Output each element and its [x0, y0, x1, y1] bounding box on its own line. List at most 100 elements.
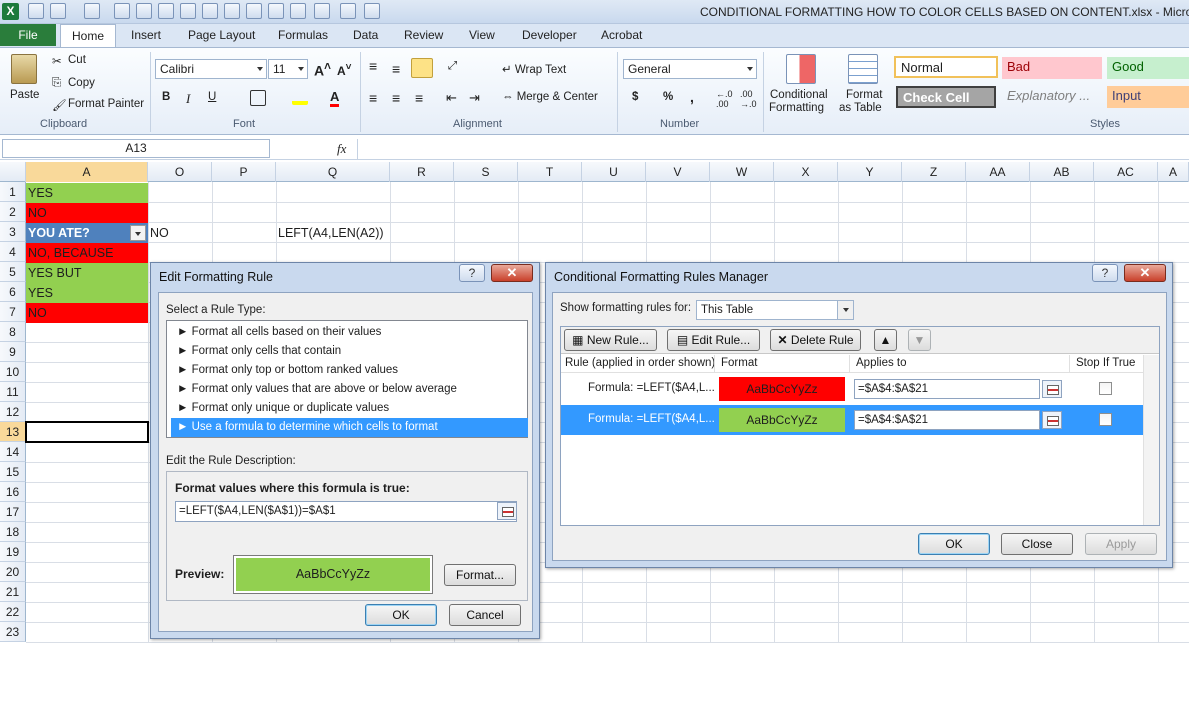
undo-icon[interactable]	[50, 3, 66, 19]
column-header-ac[interactable]: AC	[1094, 162, 1158, 182]
tab-insert[interactable]: Insert	[131, 28, 161, 42]
align-left-icon[interactable]: ≡	[369, 90, 377, 106]
copy-button[interactable]: Copy	[68, 77, 95, 89]
formula-input[interactable]: =LEFT($A4,LEN($A$1))=$A$1	[175, 501, 517, 522]
row-header[interactable]: 11	[0, 382, 26, 402]
close-button[interactable]: ✕	[491, 264, 533, 282]
name-box[interactable]: A13	[2, 139, 270, 158]
format-as-table-label-2[interactable]: as Table	[839, 102, 882, 114]
row-header[interactable]: 9	[0, 342, 26, 362]
font-size-combo[interactable]: 11	[268, 59, 308, 79]
wrap-text-button[interactable]: ↵ Wrap Text	[502, 62, 566, 76]
row-header[interactable]: 5	[0, 262, 26, 282]
style-bad[interactable]: Bad	[1002, 57, 1102, 79]
show-rules-select[interactable]: This Table	[696, 300, 854, 320]
shrink-font-icon[interactable]: A˅	[337, 62, 352, 78]
row-header[interactable]: 15	[0, 462, 26, 482]
help-button[interactable]: ?	[459, 264, 485, 282]
underline-button[interactable]: U	[208, 91, 216, 103]
tab-data[interactable]: Data	[353, 28, 378, 42]
ok-button[interactable]: OK	[918, 533, 990, 555]
style-normal[interactable]: Normal	[894, 56, 998, 78]
column-header-q[interactable]: Q	[276, 162, 390, 182]
increase-indent-icon[interactable]: ⇥	[469, 90, 480, 106]
font-name-combo[interactable]: Calibri	[155, 59, 267, 79]
spelling-icon[interactable]	[158, 3, 174, 19]
new-rule-button[interactable]: ▦ New Rule...	[564, 329, 657, 351]
brush-icon[interactable]: 🖌	[52, 98, 67, 112]
column-header-next[interactable]: A	[1158, 162, 1189, 182]
dropdown-button[interactable]	[837, 301, 853, 319]
close-dialog-button[interactable]: Close	[1001, 533, 1073, 555]
format-as-table-label-1[interactable]: Format	[846, 89, 882, 101]
align-center-icon[interactable]: ≡	[392, 90, 400, 106]
cell-a2[interactable]: NO	[26, 203, 148, 223]
column-header-z[interactable]: Z	[902, 162, 966, 182]
row-header[interactable]: 7	[0, 302, 26, 322]
close-button[interactable]: ✕	[1124, 264, 1166, 282]
move-down-button[interactable]: ▼	[908, 329, 931, 351]
column-header-aa[interactable]: AA	[966, 162, 1030, 182]
email-icon[interactable]	[268, 3, 284, 19]
row-header[interactable]: 13	[0, 422, 26, 442]
cell-a6[interactable]: YES	[26, 283, 148, 303]
row-header[interactable]: 17	[0, 502, 26, 522]
select-all-corner[interactable]	[0, 162, 26, 182]
conditional-formatting-label-1[interactable]: Conditional	[770, 89, 828, 101]
decrease-decimal-icon[interactable]: .00 →.0	[740, 89, 757, 109]
italic-button[interactable]: I	[186, 91, 190, 107]
cut-button[interactable]: Cut	[68, 54, 86, 66]
column-header-y[interactable]: Y	[838, 162, 902, 182]
column-header-u[interactable]: U	[582, 162, 646, 182]
conditional-formatting-icon[interactable]	[786, 54, 816, 84]
column-header-v[interactable]: V	[646, 162, 710, 182]
macro-icon[interactable]	[364, 3, 380, 19]
decrease-indent-icon[interactable]: ⇤	[446, 90, 457, 106]
range-select-icon[interactable]	[1042, 380, 1062, 398]
rule-row[interactable]: Formula: =LEFT($A4,L... AaBbCcYyZz =$A$4…	[561, 374, 1143, 404]
stop-if-true-checkbox[interactable]	[1099, 382, 1112, 395]
currency-button[interactable]: $	[632, 91, 638, 103]
percent-button[interactable]: %	[663, 91, 673, 103]
paste-icon[interactable]	[11, 54, 37, 84]
tab-developer[interactable]: Developer	[522, 28, 577, 42]
applies-to-input[interactable]: =$A$4:$A$21	[854, 410, 1040, 430]
font-color-icon[interactable]: A	[330, 89, 340, 107]
move-up-button[interactable]: ▲	[874, 329, 897, 351]
edit-rule-button[interactable]: ▤ Edit Rule...	[667, 329, 760, 351]
column-header-o[interactable]: O	[148, 162, 212, 182]
column-header-p[interactable]: P	[212, 162, 276, 182]
row-header[interactable]: 14	[0, 442, 26, 462]
cell-o3[interactable]: NO	[150, 223, 169, 243]
print-icon[interactable]	[246, 3, 262, 19]
tab-acrobat[interactable]: Acrobat	[601, 28, 642, 42]
style-input[interactable]: Input	[1107, 86, 1189, 108]
column-header-s[interactable]: S	[454, 162, 518, 182]
bold-button[interactable]: B	[162, 91, 170, 103]
form-icon[interactable]	[314, 3, 330, 19]
save-icon[interactable]	[28, 3, 44, 19]
fx-icon[interactable]: fx	[337, 141, 346, 157]
row-header[interactable]: 10	[0, 362, 26, 382]
style-explanatory[interactable]: Explanatory ...	[1002, 86, 1102, 108]
rule-type-item-selected[interactable]: ► Use a formula to determine which cells…	[171, 418, 528, 437]
row-header[interactable]: 1	[0, 182, 26, 202]
column-header-r[interactable]: R	[390, 162, 454, 182]
merge-center-button[interactable]: ⇔ Merge & Center	[502, 91, 598, 103]
align-right-icon[interactable]: ≡	[415, 90, 423, 106]
formula-input[interactable]	[357, 139, 1189, 159]
filter-dropdown-icon[interactable]	[130, 225, 146, 241]
active-cell-a13[interactable]	[25, 421, 149, 443]
format-button[interactable]: Format...	[444, 564, 516, 586]
pen-icon[interactable]	[202, 3, 218, 19]
rule-type-item[interactable]: ► Format only cells that contain	[171, 342, 528, 361]
copy-icon[interactable]: ⎘	[52, 77, 61, 90]
row-header[interactable]: 16	[0, 482, 26, 502]
range-select-icon[interactable]	[1042, 411, 1062, 429]
fill-color-icon[interactable]	[292, 89, 308, 105]
rule-type-item[interactable]: ► Format only top or bottom ranked value…	[171, 361, 528, 380]
row-header[interactable]: 12	[0, 402, 26, 422]
number-format-combo[interactable]: General	[623, 59, 757, 79]
paste-button[interactable]: Paste	[10, 89, 39, 101]
conditional-formatting-label-2[interactable]: Formatting	[769, 102, 824, 114]
